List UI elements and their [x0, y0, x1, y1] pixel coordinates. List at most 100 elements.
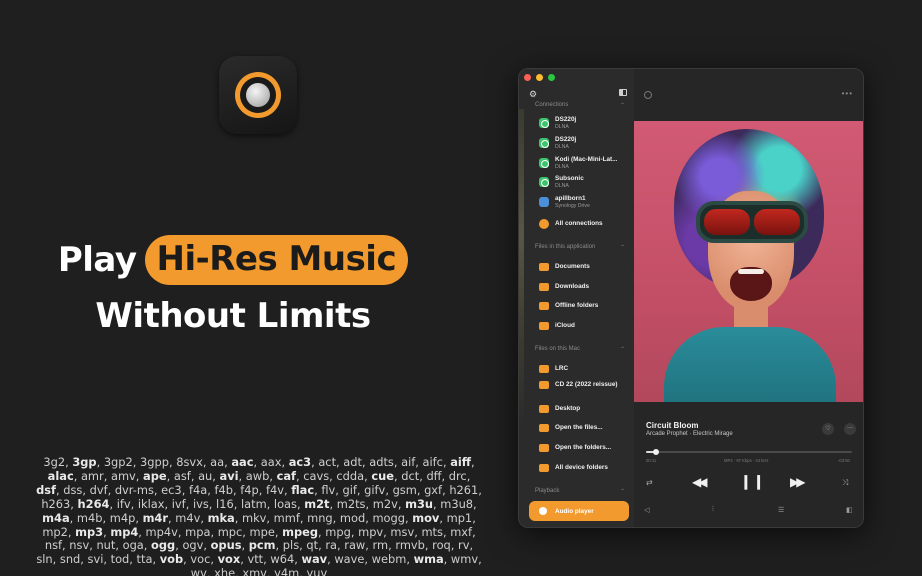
- chevron-up-icon: ⌃: [619, 489, 625, 495]
- format-item: tod: [110, 552, 130, 567]
- format-item: mpe: [249, 524, 275, 539]
- format-item: ogg: [151, 538, 176, 553]
- format-item: aiff: [450, 455, 472, 469]
- format-item: aifc: [422, 455, 443, 469]
- sidebar-item-connection[interactable]: Kodi (Mac-Mini-Lat... DLNA: [539, 156, 631, 171]
- format-item: mkv: [241, 510, 267, 525]
- folder-icon: [539, 444, 549, 452]
- playback-progress-bar[interactable]: [646, 449, 852, 455]
- format-item: cdda: [336, 468, 365, 483]
- sidebar-item-app-folder[interactable]: iCloud: [539, 322, 631, 330]
- section-header-playback[interactable]: Playback ⌃: [535, 488, 625, 495]
- format-item: aif: [401, 455, 416, 469]
- close-window-button[interactable]: [524, 74, 531, 81]
- format-item: au: [198, 468, 213, 483]
- format-item: ape: [143, 468, 167, 483]
- sidebar-item-audio-player[interactable]: Audio player: [529, 501, 629, 521]
- sidebar-item-mac-folder[interactable]: All device folders: [539, 464, 631, 472]
- format-item: ra: [325, 538, 338, 553]
- format-item: pls: [282, 538, 300, 553]
- pause-icon[interactable]: ❙❙: [740, 473, 765, 490]
- minimize-window-button[interactable]: [536, 74, 543, 81]
- sidebar-item-connection[interactable]: Subsonic DLNA: [539, 175, 631, 190]
- format-item: asf: [173, 468, 191, 483]
- format-item: cue: [371, 468, 394, 483]
- format-item: aax: [260, 455, 282, 469]
- section-header-app-files[interactable]: Files in this application ⌃: [535, 244, 625, 251]
- format-item: mts: [421, 524, 443, 539]
- server-icon: [539, 138, 549, 149]
- format-item: f4a: [188, 482, 208, 497]
- format-item: xmv: [242, 566, 267, 576]
- format-item: dff: [426, 468, 442, 483]
- folder-icon: [539, 365, 549, 373]
- track-artist-album: Arcade Prophet · Electric Mirage: [646, 431, 733, 437]
- sidebar-item-label: Desktop: [555, 405, 581, 413]
- elapsed-time: 00:11: [646, 458, 657, 463]
- search-icon[interactable]: [644, 91, 652, 99]
- format-item: nsv: [69, 538, 90, 553]
- format-item: vtt: [247, 552, 264, 567]
- volume-icon[interactable]: ◁: [644, 506, 649, 514]
- format-item: tta: [136, 552, 153, 567]
- headline-line-2: Without Limits: [95, 296, 371, 336]
- favorite-heart-icon[interactable]: ♡: [822, 423, 834, 435]
- format-item: h263: [41, 496, 71, 511]
- format-item: 3gp2: [103, 455, 133, 469]
- format-item: l16: [216, 496, 234, 511]
- format-item: gifv: [364, 482, 386, 497]
- sidebar-item-app-folder[interactable]: Offline folders: [539, 302, 631, 310]
- format-item: mov: [412, 510, 440, 525]
- sidebar-item-mac-folder[interactable]: Desktop: [539, 405, 631, 413]
- sidebar-item-connection[interactable]: DS220j DLNA: [539, 136, 631, 151]
- supported-formats-list: 3g2, 3gp, 3gp2, 3gpp, 8svx, aa, aac, aax…: [36, 455, 482, 576]
- format-item: vox: [217, 552, 241, 567]
- format-item: adts: [369, 455, 394, 469]
- format-item: snd: [59, 552, 81, 567]
- format-item: 3gp: [72, 455, 97, 469]
- panel-toggle-icon[interactable]: ◧: [846, 506, 853, 514]
- next-track-icon[interactable]: ▶▶: [790, 475, 806, 489]
- sidebar-item-sublabel: DLNA: [555, 163, 569, 170]
- sidebar-item-mac-folder[interactable]: CD 22 (2022 reissue): [539, 381, 631, 389]
- previous-track-icon[interactable]: ◀◀: [692, 475, 708, 489]
- headline-play-text: Play: [57, 240, 137, 280]
- format-item: mod: [339, 510, 366, 525]
- format-item: rm: [372, 538, 389, 553]
- equalizer-icon[interactable]: ⫶: [712, 506, 714, 514]
- shuffle-icon[interactable]: ⤨: [842, 478, 848, 488]
- format-item: xhe: [214, 566, 236, 576]
- format-item: mp4v: [145, 524, 178, 539]
- sidebar-item-connection[interactable]: apillborn1 Synology Drive: [539, 195, 631, 210]
- repeat-icon[interactable]: ⇄: [646, 478, 653, 487]
- more-options-icon[interactable]: •••: [842, 89, 853, 98]
- sidebar-item-all-connections[interactable]: All connections: [539, 219, 631, 229]
- track-more-icon[interactable]: ···: [844, 423, 856, 435]
- format-item: wave: [334, 552, 365, 567]
- format-item: yuv: [306, 566, 328, 576]
- queue-list-icon[interactable]: ☰: [778, 506, 784, 514]
- format-item: ifv: [116, 496, 131, 511]
- format-item: m3u8: [440, 496, 474, 511]
- settings-gear-icon[interactable]: ⚙: [529, 90, 537, 99]
- format-item: h261: [449, 482, 479, 497]
- sidebar-item-app-folder[interactable]: Downloads: [539, 283, 631, 291]
- format-item: cavs: [303, 468, 330, 483]
- format-item: mng: [307, 510, 333, 525]
- section-header-connections[interactable]: Connections ⌃: [535, 102, 625, 109]
- sidebar-background-strip: [519, 109, 524, 425]
- sidebar-item-mac-folder[interactable]: Open the folders...: [539, 444, 631, 452]
- format-item: adt: [343, 455, 362, 469]
- progress-thumb[interactable]: [653, 449, 660, 455]
- zoom-window-button[interactable]: [548, 74, 555, 81]
- sidebar-item-connection[interactable]: DS220j DLNA: [539, 116, 631, 131]
- format-item: mpeg: [282, 524, 319, 539]
- format-item: mka: [207, 510, 235, 525]
- format-item: mxf: [450, 524, 473, 539]
- format-item: 3g2: [43, 455, 66, 469]
- sidebar-toggle-icon[interactable]: [619, 89, 627, 96]
- sidebar-item-app-folder[interactable]: Documents: [539, 263, 631, 271]
- sidebar-item-mac-folder[interactable]: LRC: [539, 365, 631, 373]
- section-header-mac-files[interactable]: Files on this Mac ⌃: [535, 346, 625, 353]
- sidebar-item-mac-folder[interactable]: Open the files...: [539, 424, 631, 432]
